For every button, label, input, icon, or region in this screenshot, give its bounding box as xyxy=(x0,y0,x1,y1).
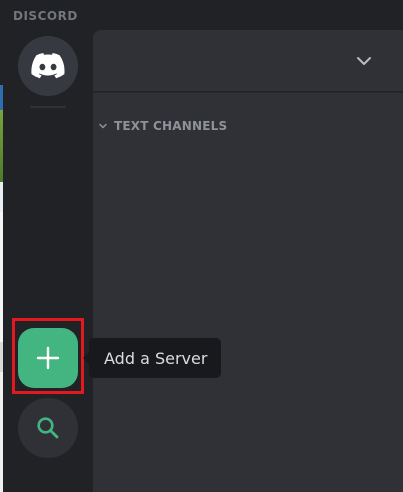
server-header[interactable] xyxy=(93,30,403,92)
title-bar[interactable]: DISCORD xyxy=(0,0,403,30)
discord-window: DISCORD TEXT CHANNELS Add a Server xyxy=(0,0,403,492)
chevron-down-icon[interactable] xyxy=(355,52,373,70)
app-wordmark: DISCORD xyxy=(13,8,78,24)
rail-separator xyxy=(30,106,66,108)
add-server-button[interactable] xyxy=(18,328,78,388)
server-rail xyxy=(3,30,90,492)
explore-servers-button[interactable] xyxy=(18,398,78,458)
add-server-tooltip: Add a Server xyxy=(83,338,222,378)
category-label: TEXT CHANNELS xyxy=(114,119,228,133)
tooltip-arrow xyxy=(83,352,89,364)
search-icon xyxy=(37,417,59,439)
category-text-channels[interactable]: TEXT CHANNELS xyxy=(98,118,227,134)
plus-icon xyxy=(36,346,60,370)
discord-logo-icon xyxy=(31,53,65,79)
tooltip-text: Add a Server xyxy=(104,348,208,368)
home-button[interactable] xyxy=(18,36,78,96)
channel-sidebar: TEXT CHANNELS xyxy=(93,30,403,492)
chevron-down-icon xyxy=(99,123,107,129)
